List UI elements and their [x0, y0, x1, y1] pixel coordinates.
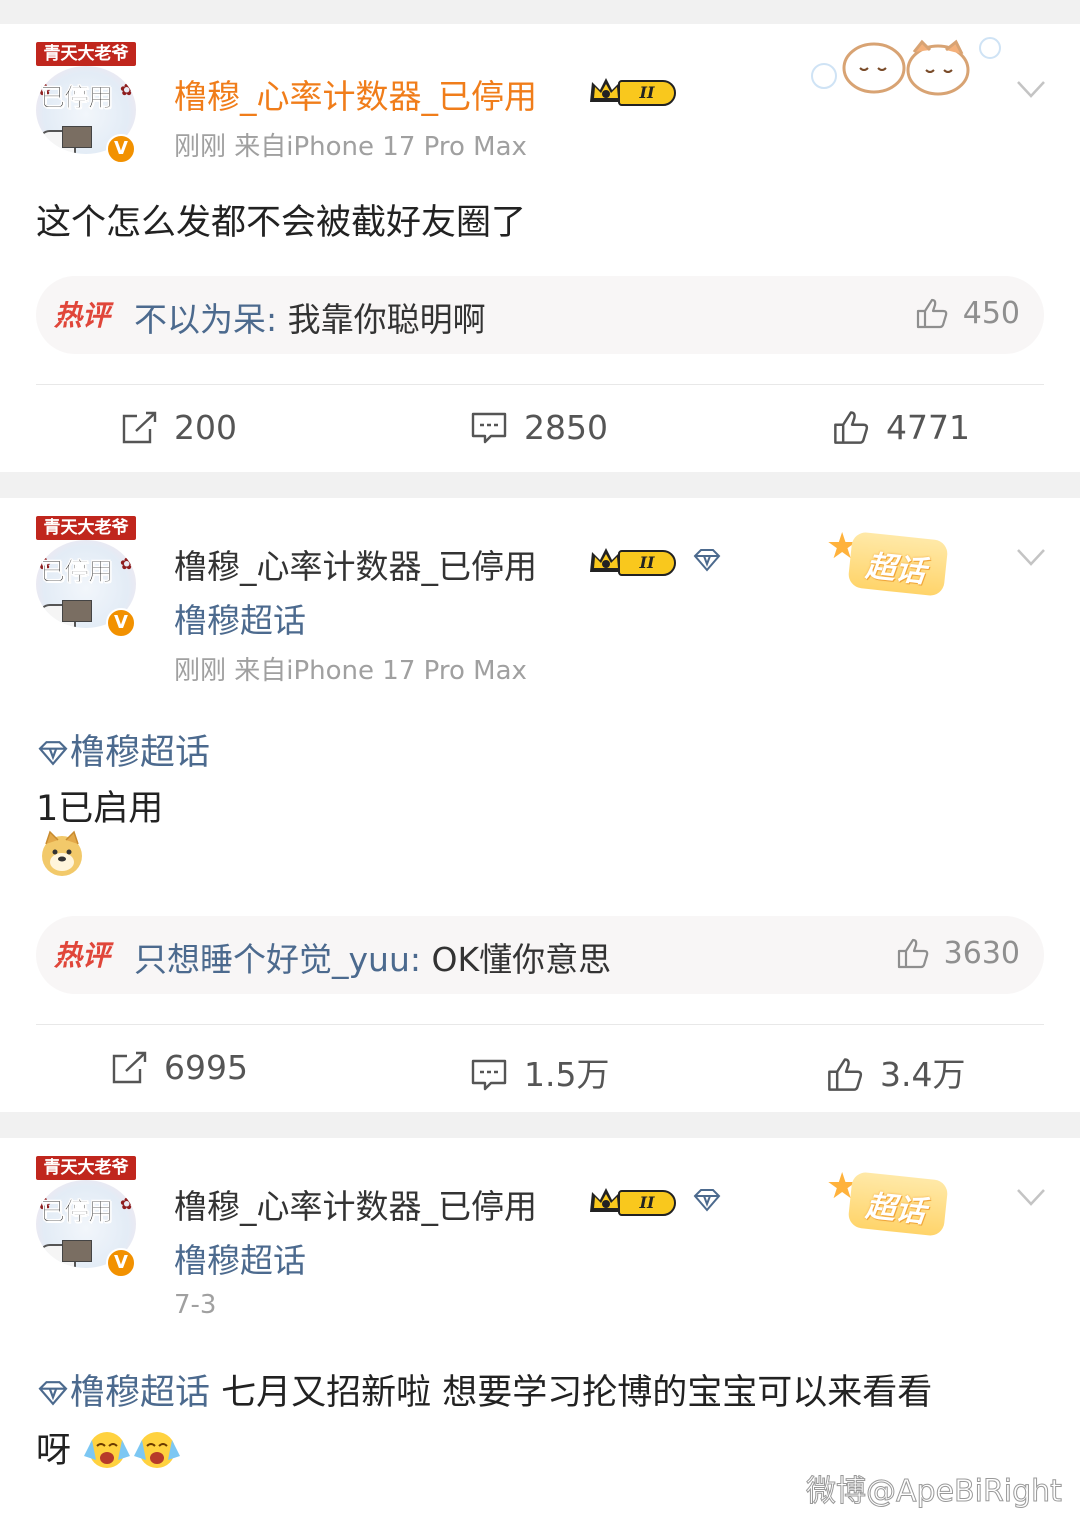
hot-comment-body: OK懂你意思 — [420, 940, 612, 979]
hot-comment-body: 我靠你聪明啊 — [277, 300, 486, 339]
avatar-text: 已停用 — [40, 557, 114, 587]
box-icon — [62, 1240, 92, 1262]
rank-label: II — [618, 1190, 676, 1216]
box-icon — [62, 126, 92, 148]
post-content-topic[interactable]: 橹穆超话 — [36, 724, 210, 775]
repost-count: 6995 — [164, 1048, 248, 1087]
post-card-1[interactable]: 青天大老爷 ✿ ✿ 已停用 V 橹穆_心率计数器_已停用 II 刚刚 来自iPh… — [0, 24, 1080, 472]
hot-comment-like-button[interactable]: 3630 — [896, 936, 1020, 971]
avatar[interactable]: 青天大老爷 ✿ ✿ 已停用 V — [32, 42, 140, 164]
username[interactable]: 橹穆_心率计数器_已停用 — [174, 70, 537, 118]
repost-icon — [122, 411, 157, 444]
verified-badge: V — [106, 1248, 136, 1278]
flower-icon: ✿ — [120, 1194, 134, 1213]
username[interactable]: 橹穆_心率计数器_已停用 — [174, 1180, 537, 1228]
supertopic-link[interactable]: 橹穆超话 — [174, 1234, 306, 1282]
repost-count: 200 — [174, 408, 237, 447]
hot-comment-label: 热评 — [54, 939, 111, 972]
verified-badge: V — [106, 608, 136, 638]
comment-button[interactable]: 1.5万 — [470, 1048, 609, 1096]
diamond-icon — [693, 549, 721, 572]
like-count: 3.4万 — [880, 1055, 966, 1094]
verified-badge: V — [106, 134, 136, 164]
avatar-banner: 青天大老爷 — [36, 42, 136, 66]
post-meta: 7-3 — [174, 1290, 217, 1320]
crying-emoji-icon — [84, 1432, 131, 1468]
hot-comment-label: 热评 — [54, 299, 111, 332]
username[interactable]: 橹穆_心率计数器_已停用 — [174, 540, 537, 588]
post-card-2[interactable]: 青天大老爷 ✿ ✿ 已停用 V 橹穆_心率计数器_已停用 II 橹穆超话 刚刚 … — [0, 498, 1080, 1112]
comment-count: 1.5万 — [524, 1055, 610, 1094]
watermark: 微博@ApeBiRight — [806, 1474, 1063, 1510]
hot-comment-like-count: 450 — [962, 296, 1020, 331]
comment-icon — [471, 1059, 507, 1091]
vip-rank-badge[interactable]: II — [588, 1184, 684, 1216]
thumbs-up-icon — [916, 298, 948, 329]
hot-comment[interactable]: 热评 不以为呆: 我靠你聪明啊 450 — [36, 276, 1044, 354]
supertopic-badge[interactable]: ★ 超话 — [826, 526, 949, 600]
topic-tag[interactable]: 橹穆超话 — [70, 1373, 210, 1413]
post-content-text: 七月又招新啦 想要学习抡博的宝宝可以来看看 — [210, 1373, 933, 1413]
thumbs-up-icon — [834, 411, 869, 444]
avatar-text: 已停用 — [40, 1197, 114, 1227]
hot-comment-author[interactable]: 只想睡个好觉_yuu: — [134, 940, 421, 979]
repost-icon — [112, 1051, 147, 1084]
avatar-text: 已停用 — [40, 83, 114, 113]
post-content: 这个怎么发都不会被截好友圈了 — [36, 203, 527, 243]
supertopic-badge-label: 超话 — [863, 548, 928, 591]
hot-comment-text: 不以为呆: 我靠你聪明啊 — [134, 293, 486, 341]
box-icon — [62, 600, 92, 622]
diamond-icon — [38, 741, 68, 766]
avatar-banner: 青天大老爷 — [36, 516, 136, 540]
vip-rank-badge[interactable]: II — [588, 544, 684, 576]
supertopic-badge-label: 超话 — [863, 1188, 928, 1231]
doge-emoji-icon — [42, 830, 82, 876]
comment-button[interactable]: 2850 — [470, 408, 608, 447]
post-meta: 刚刚 来自iPhone 17 Pro Max — [174, 656, 527, 686]
top-gap — [0, 0, 1080, 24]
hot-comment-like-button[interactable]: 450 — [915, 296, 1020, 331]
like-count: 4771 — [886, 408, 970, 447]
post-content: 1已启用 — [36, 789, 164, 829]
divider — [36, 1024, 1044, 1025]
thumbs-up-icon — [897, 938, 928, 969]
chevron-down-icon[interactable] — [1014, 1180, 1048, 1214]
supertopic-link[interactable]: 橹穆超话 — [174, 594, 306, 642]
divider — [36, 384, 1044, 385]
repost-button[interactable]: 6995 — [112, 1048, 248, 1087]
post-content: 橹穆超话 七月又招新啦 想要学习抡博的宝宝可以来看看 — [36, 1364, 932, 1415]
flower-icon: ✿ — [120, 80, 134, 99]
hot-comment[interactable]: 热评 只想睡个好觉_yuu: OK懂你意思 3630 — [36, 916, 1044, 994]
post-content-text: 呀 — [36, 1431, 72, 1471]
hot-comment-author[interactable]: 不以为呆: — [134, 300, 277, 339]
rank-label: II — [618, 550, 676, 576]
thumbs-up-icon — [828, 1058, 863, 1091]
rank-label: II — [618, 80, 676, 106]
hot-comment-like-count: 3630 — [943, 936, 1020, 971]
chevron-down-icon[interactable] — [1014, 540, 1048, 574]
flower-icon: ✿ — [120, 554, 134, 573]
post-content-line2: 呀 — [36, 1422, 182, 1473]
vip-rank-badge[interactable]: II — [588, 74, 684, 106]
comment-count: 2850 — [524, 408, 608, 447]
like-button[interactable]: 3.4万 — [826, 1048, 965, 1096]
post-meta: 刚刚 来自iPhone 17 Pro Max — [174, 132, 527, 162]
avatar[interactable]: 青天大老爷 ✿ ✿ 已停用 V — [32, 1156, 140, 1278]
like-button[interactable]: 4771 — [832, 408, 970, 447]
topic-tag[interactable]: 橹穆超话 — [70, 733, 210, 773]
diamond-icon — [38, 1381, 68, 1406]
repost-button[interactable]: 200 — [122, 408, 237, 447]
avatar-banner: 青天大老爷 — [36, 1156, 136, 1180]
diamond-icon — [693, 1189, 721, 1212]
chevron-down-icon[interactable] — [1014, 72, 1048, 106]
crying-emoji-icon — [134, 1432, 181, 1468]
hot-comment-text: 只想睡个好觉_yuu: OK懂你意思 — [134, 933, 611, 981]
comment-icon — [471, 412, 507, 444]
avatar[interactable]: 青天大老爷 ✿ ✿ 已停用 V — [32, 516, 140, 638]
animal-sticker-icon — [811, 37, 1001, 96]
supertopic-badge[interactable]: ★ 超话 — [826, 1166, 949, 1240]
post-card-3[interactable]: 青天大老爷 ✿ ✿ 已停用 V 橹穆_心率计数器_已停用 II 橹穆超话 7-3… — [0, 1138, 1080, 1514]
